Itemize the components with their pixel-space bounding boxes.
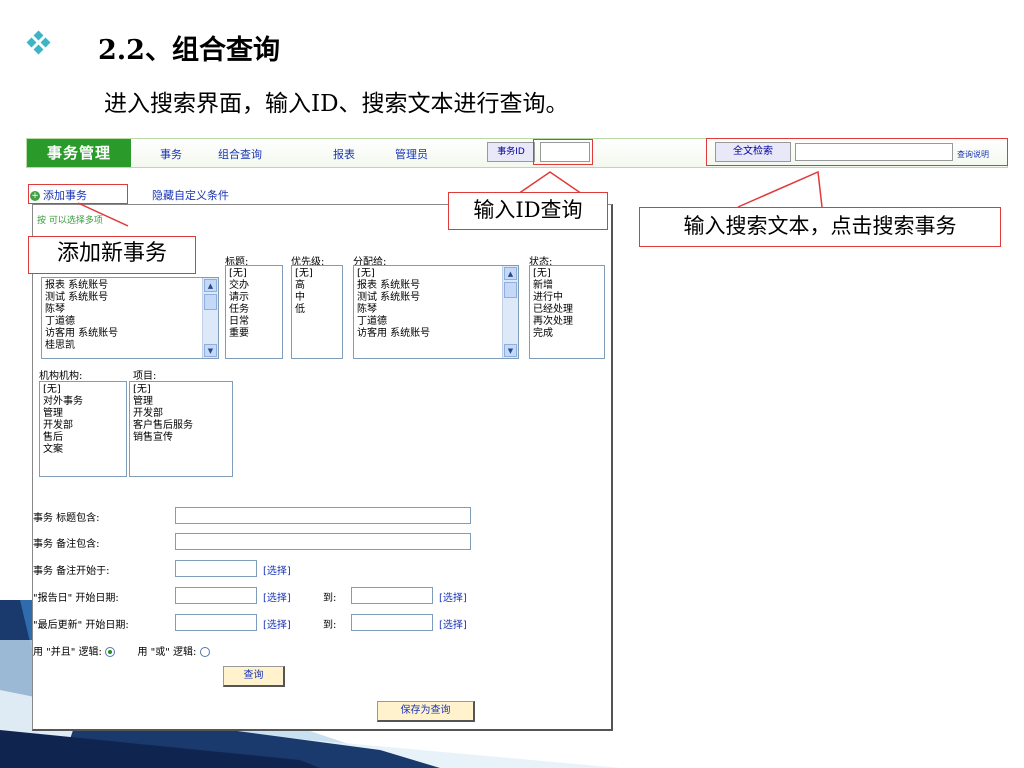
callout-add-new: 添加新事务: [28, 236, 196, 274]
callout-input-id: 输入ID查询: [448, 192, 608, 230]
callout-input-text: 输入搜索文本，点击搜索事务: [639, 207, 1001, 247]
callout-lines: [77, 170, 823, 227]
